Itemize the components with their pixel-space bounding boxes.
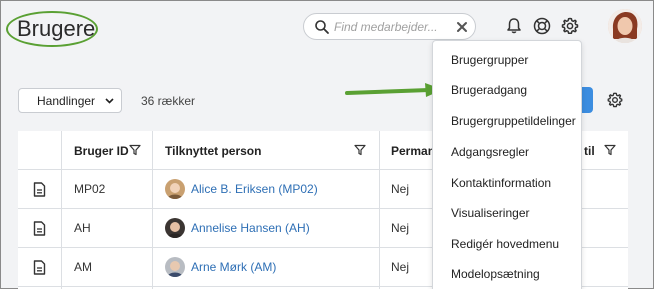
- document-icon[interactable]: [33, 182, 46, 197]
- document-icon[interactable]: [33, 221, 46, 236]
- user-avatar[interactable]: [608, 9, 642, 43]
- search-icon: [315, 20, 329, 34]
- permanent-cell: Nej: [391, 182, 410, 196]
- help-lifebuoy-icon[interactable]: [532, 16, 552, 36]
- filter-icon[interactable]: [604, 144, 616, 156]
- row-count: 36 rækker: [141, 94, 196, 108]
- document-icon[interactable]: [33, 260, 46, 275]
- column-header-person[interactable]: Tilknyttet person: [165, 144, 261, 158]
- person-link[interactable]: Annelise Hansen (AH): [191, 221, 310, 235]
- actions-label: Handlinger: [37, 94, 96, 108]
- avatar: [165, 179, 185, 199]
- column-header-user-id[interactable]: Bruger ID: [74, 144, 129, 158]
- menu-item-rediger-hovedmenu[interactable]: Redigér hovedmenu: [451, 237, 559, 251]
- filter-icon[interactable]: [354, 144, 366, 156]
- chevron-down-icon: [105, 98, 114, 104]
- employee-search[interactable]: [303, 13, 476, 40]
- search-input[interactable]: [334, 18, 452, 36]
- permanent-cell: Nej: [391, 260, 410, 274]
- person-link[interactable]: Arne Mørk (AM): [191, 260, 276, 274]
- page-title: Brugere: [17, 16, 96, 41]
- user-id-cell: AM: [74, 260, 92, 274]
- menu-item-modelopsaetning[interactable]: Modelopsætning: [451, 267, 540, 281]
- person-link[interactable]: Alice B. Eriksen (MP02): [191, 182, 318, 196]
- column-header-til[interactable]: til: [584, 144, 595, 158]
- avatar: [165, 218, 185, 238]
- filter-icon[interactable]: [129, 144, 141, 156]
- user-id-cell: MP02: [74, 182, 106, 196]
- settings-dropdown-menu: Brugergrupper Brugeradgang Brugergruppet…: [432, 40, 582, 289]
- menu-item-brugergrupper[interactable]: Brugergrupper: [451, 53, 528, 67]
- annotation-arrow: [345, 83, 443, 97]
- permanent-cell: Nej: [391, 221, 410, 235]
- menu-item-visualiseringer[interactable]: Visualiseringer: [451, 206, 530, 220]
- menu-item-kontaktinformation[interactable]: Kontaktinformation: [451, 176, 551, 190]
- menu-item-brugergruppetildelinger[interactable]: Brugergruppetildelinger: [451, 114, 576, 128]
- table-settings-gear-icon[interactable]: [606, 91, 624, 109]
- close-icon[interactable]: [455, 20, 469, 34]
- menu-item-adgangsregler[interactable]: Adgangsregler: [451, 145, 529, 159]
- actions-dropdown-button[interactable]: Handlinger: [18, 88, 122, 113]
- menu-item-brugeradgang[interactable]: Brugeradgang: [451, 83, 527, 97]
- user-id-cell: AH: [74, 221, 91, 235]
- avatar: [165, 257, 185, 277]
- gear-icon[interactable]: [560, 16, 580, 36]
- bell-icon[interactable]: [504, 16, 524, 36]
